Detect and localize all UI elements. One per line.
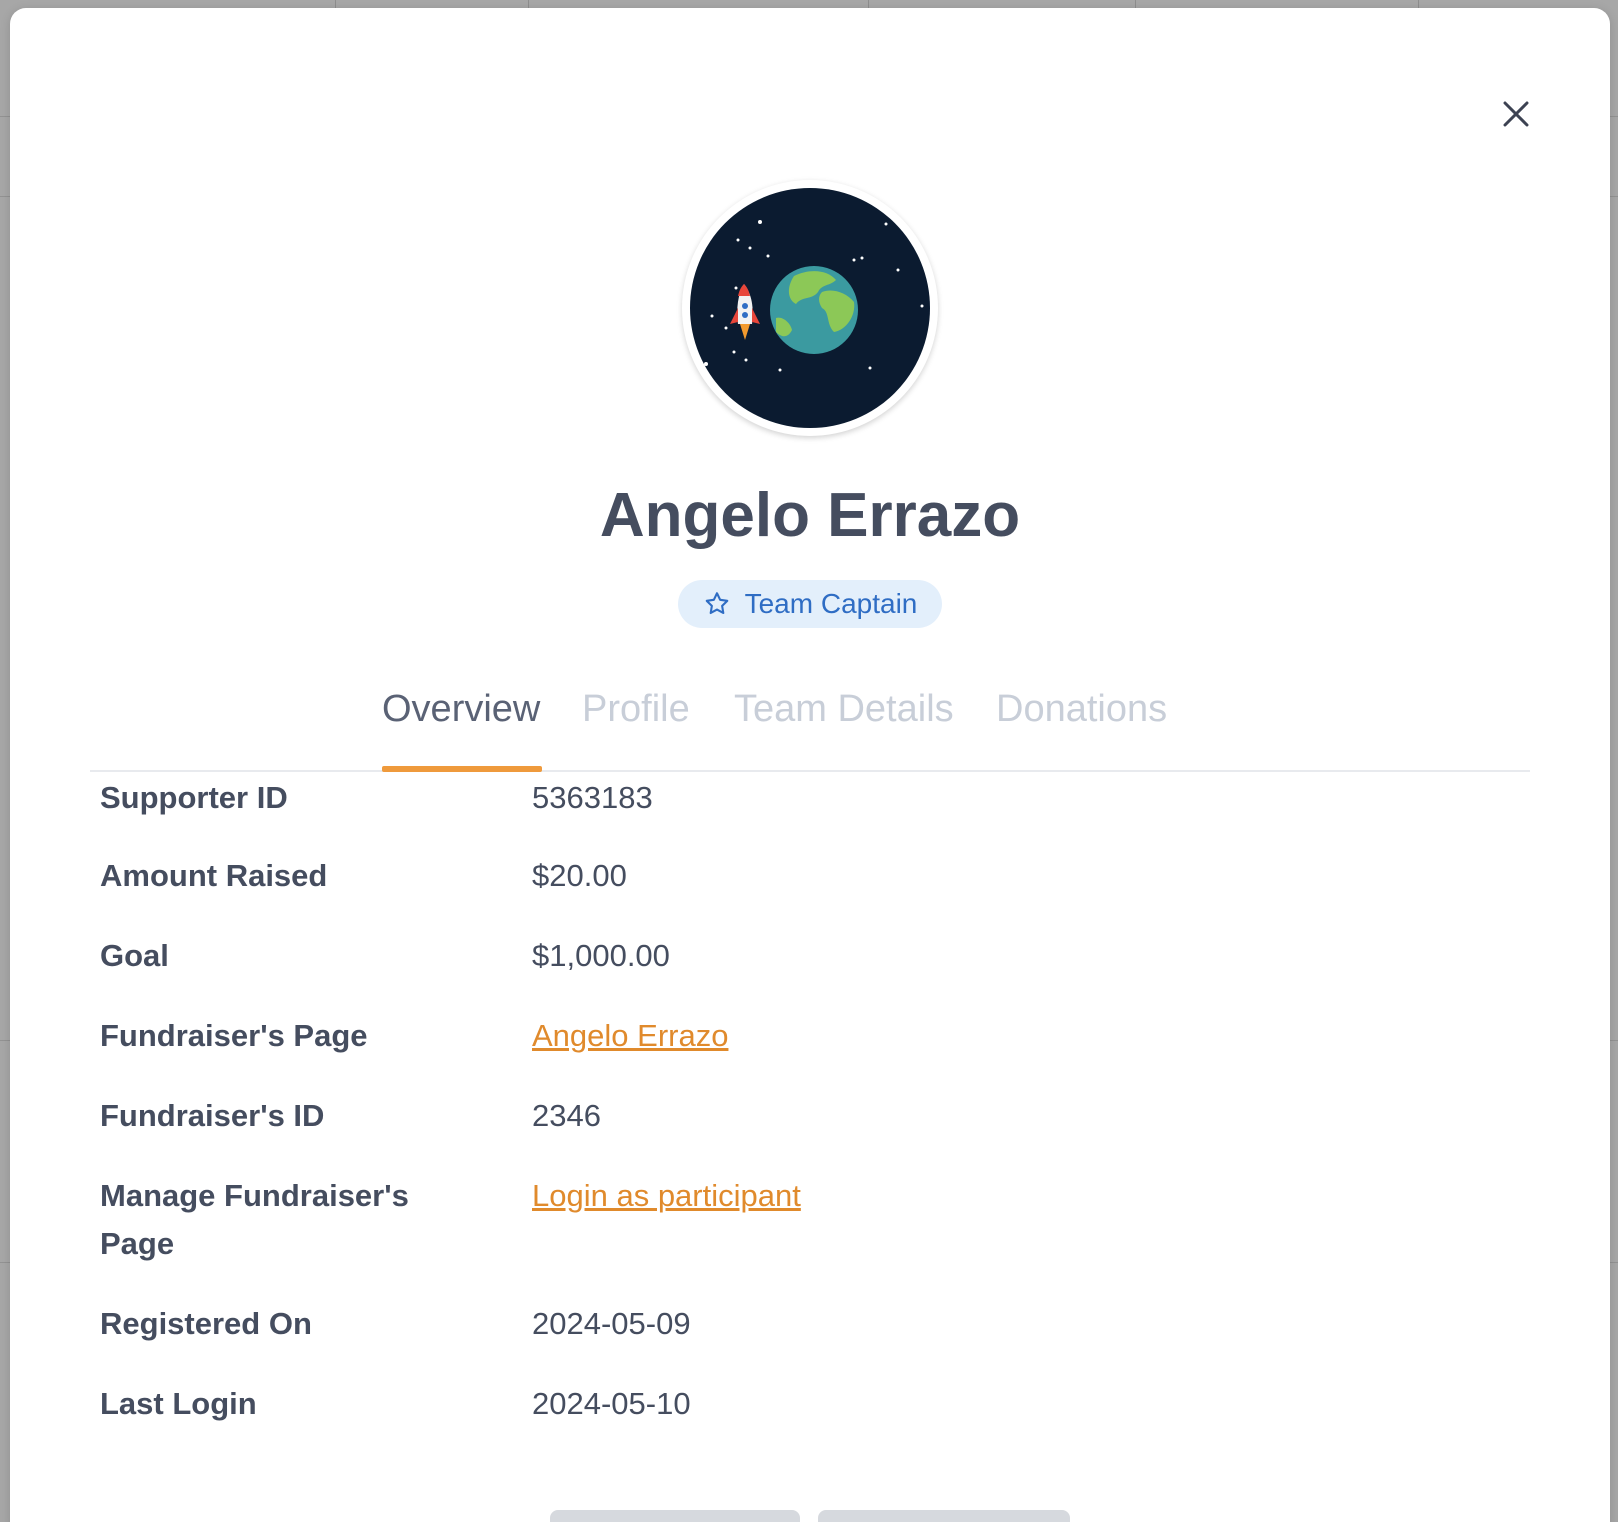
detail-value: $1,000.00: [532, 938, 670, 973]
detail-label: Manage Fundraiser's Page: [100, 1178, 409, 1261]
detail-value: $20.00: [532, 858, 627, 893]
avatar: [682, 180, 938, 436]
footer-button-left[interactable]: [550, 1510, 800, 1522]
supporter-name: Angelo Errazo: [599, 481, 1021, 550]
tab-donations[interactable]: Donations: [996, 688, 1167, 731]
detail-label: Registered On: [100, 1306, 312, 1341]
detail-label: Last Login: [100, 1386, 257, 1421]
tab-team-details[interactable]: Team Details: [734, 688, 954, 731]
active-tab-indicator: [382, 766, 542, 772]
footer-button-right[interactable]: [818, 1510, 1070, 1522]
fundraiser-page-link[interactable]: Angelo Errazo: [532, 1012, 728, 1060]
detail-label: Fundraiser's ID: [100, 1098, 325, 1133]
supporter-modal: Angelo Errazo Team Captain Overview Prof…: [10, 8, 1610, 1522]
close-button[interactable]: [1486, 84, 1546, 144]
login-as-participant-link[interactable]: Login as participant: [532, 1172, 801, 1220]
tab-profile[interactable]: Profile: [582, 688, 690, 731]
team-captain-badge: Team Captain: [678, 580, 942, 628]
badge-label: Team Captain: [744, 588, 918, 619]
star-icon: [705, 592, 728, 615]
detail-label: Fundraiser's Page: [100, 1018, 368, 1053]
detail-label: Goal: [100, 938, 169, 973]
detail-label: Amount Raised: [100, 858, 328, 893]
detail-value: 2024-05-10: [532, 1386, 691, 1421]
detail-label: Supporter ID: [100, 780, 288, 815]
detail-value: 5363183: [532, 780, 653, 815]
tab-overview[interactable]: Overview: [382, 688, 540, 731]
close-icon: [1503, 101, 1529, 127]
detail-value: 2024-05-09: [532, 1306, 691, 1341]
detail-value: 2346: [532, 1098, 601, 1133]
rocket-earth-avatar-icon: [690, 188, 930, 428]
tab-bar: Overview Profile Team Details Donations: [90, 658, 1530, 772]
